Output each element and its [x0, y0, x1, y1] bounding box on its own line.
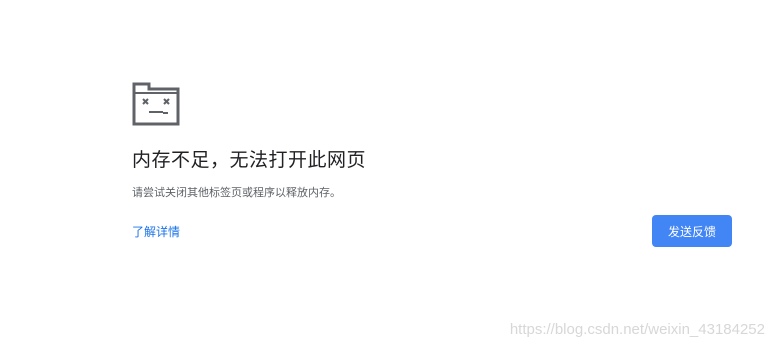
watermark: https://blog.csdn.net/weixin_43184252 — [509, 321, 765, 338]
learn-more-link[interactable]: 了解详情 — [132, 223, 180, 240]
error-message: 请尝试关闭其他标签页或程序以释放内存。 — [132, 186, 341, 199]
error-title: 内存不足，无法打开此网页 — [132, 149, 367, 171]
send-feedback-button[interactable]: 发送反馈 — [652, 215, 732, 247]
error-page: 内存不足，无法打开此网页 请尝试关闭其他标签页或程序以释放内存。 了解详情 发送… — [0, 0, 775, 349]
sad-folder-icon — [132, 82, 180, 126]
